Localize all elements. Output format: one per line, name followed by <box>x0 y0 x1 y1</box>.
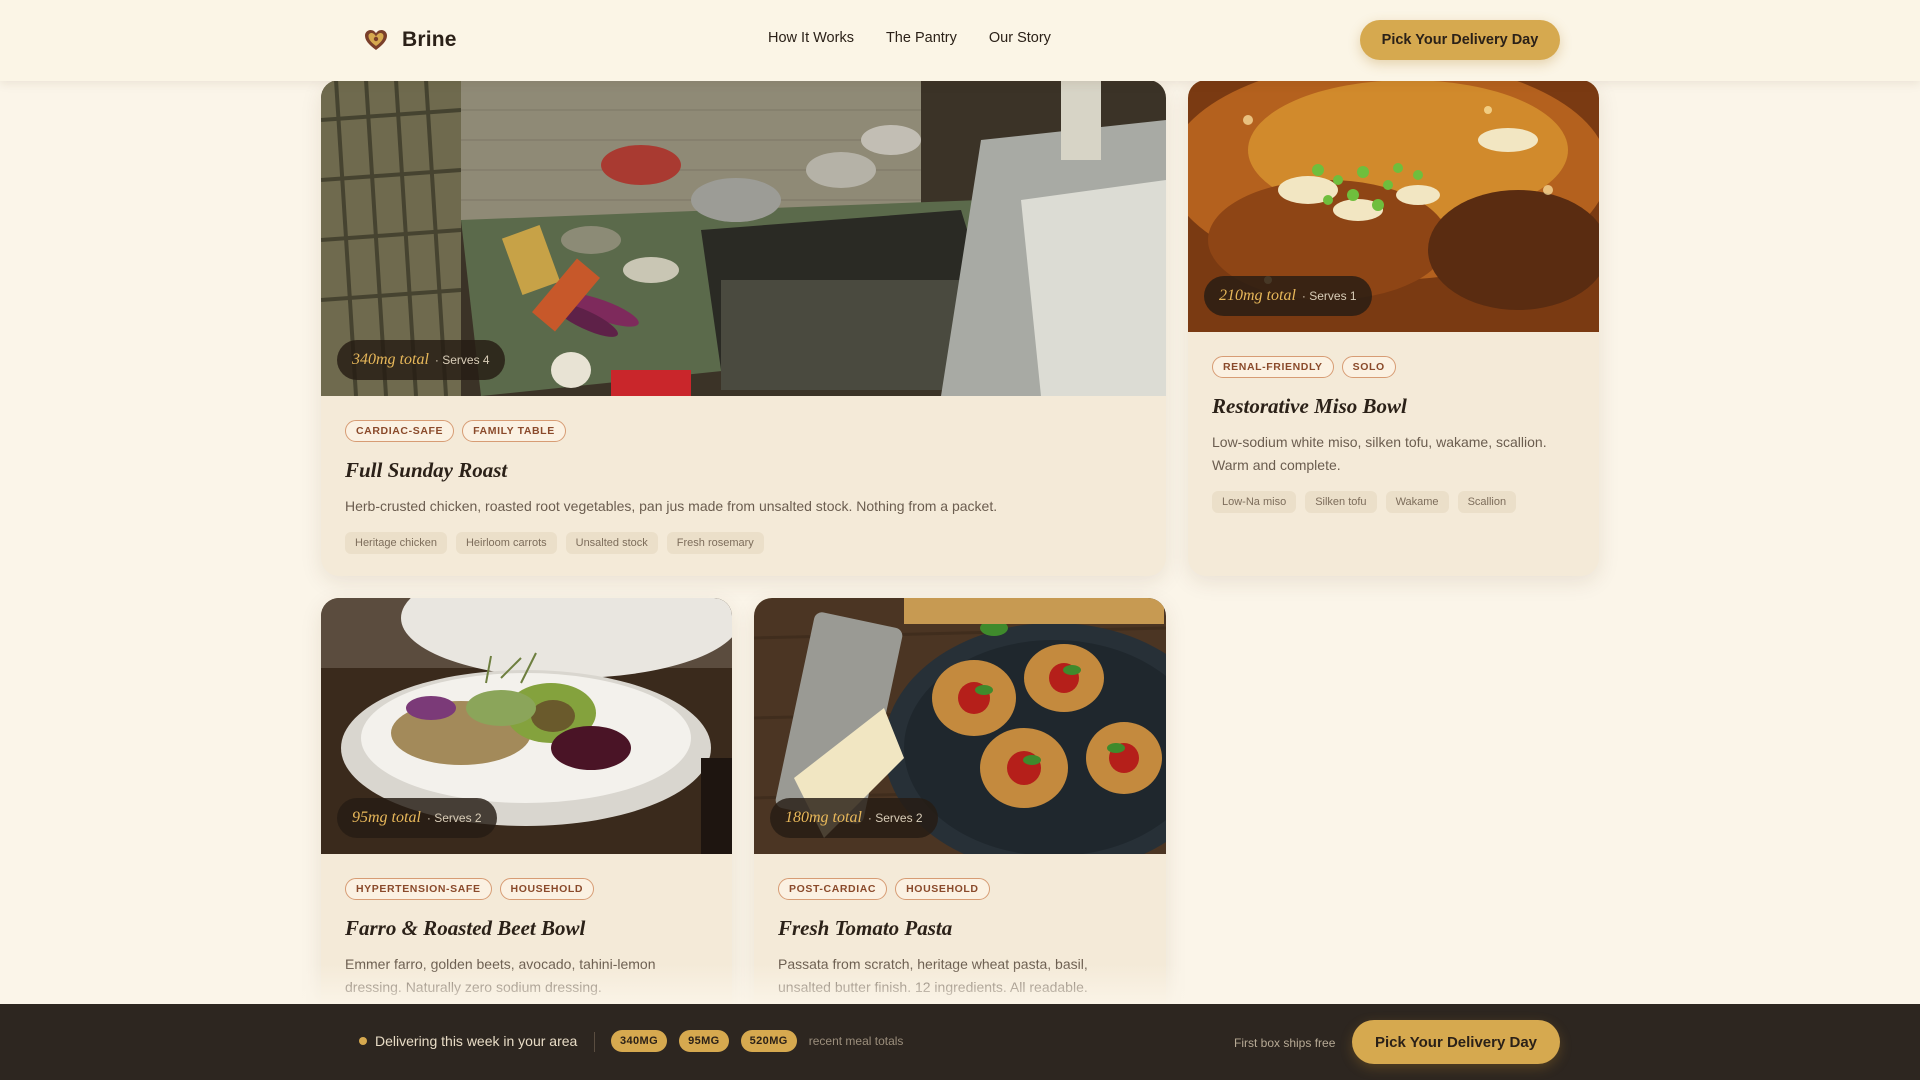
card-body: CARDIAC-SAFE FAMILY TABLE Full Sunday Ro… <box>321 396 1166 574</box>
sodium-badge: 95mg total · Serves 2 <box>337 798 497 838</box>
meal-title: Full Sunday Roast <box>345 458 508 482</box>
divider <box>594 1032 595 1052</box>
sodium-chip: 95MG <box>679 1030 729 1052</box>
meal-description: Low-sodium white miso, silken tofu, waka… <box>1212 434 1547 473</box>
ingredient-chip: Heirloom carrots <box>455 532 557 554</box>
meal-photo-farro: 95mg total · Serves 2 <box>321 598 732 854</box>
meal-card-farro-bowl[interactable]: 95mg total · Serves 2 HYPERTENSION-SAFE … <box>321 598 732 1038</box>
diet-tag: HOUSEHOLD <box>499 878 595 900</box>
sodium-badge: 210mg total · Serves 1 <box>1204 276 1372 316</box>
meal-card-miso-bowl[interactable]: 210mg total · Serves 1 RENAL-FRIENDLY SO… <box>1188 80 1599 576</box>
delivery-status-text: Delivering this week in your area <box>375 1033 578 1049</box>
nav-the-pantry[interactable]: The Pantry <box>886 30 957 46</box>
diet-tags: CARDIAC-SAFE FAMILY TABLE <box>345 420 1142 442</box>
meal-title: Restorative Miso Bowl <box>1212 394 1407 418</box>
card-body: RENAL-FRIENDLY SOLO Restorative Miso Bow… <box>1188 332 1599 533</box>
sodium-badge: 340mg total · Serves 4 <box>337 340 505 380</box>
ingredient-chip: Fresh rosemary <box>666 532 764 554</box>
meal-photo-pasta: 180mg total · Serves 2 <box>754 598 1166 854</box>
sodium-chip: 340MG <box>611 1030 668 1052</box>
ingredient-chip: Unsalted stock <box>565 532 658 554</box>
meal-title: Fresh Tomato Pasta <box>778 916 953 940</box>
serves-count: · Serves 1 <box>1301 289 1357 303</box>
status-dot-icon <box>359 1037 367 1045</box>
diet-tag: RENAL-FRIENDLY <box>1212 356 1334 378</box>
nav-how-it-works[interactable]: How It Works <box>768 30 854 46</box>
diet-tag: SOLO <box>1341 356 1396 378</box>
meal-card-sunday-roast[interactable]: 340mg total · Serves 4 CARDIAC-SAFE FAMI… <box>321 80 1166 576</box>
meal-card-tomato-pasta[interactable]: 180mg total · Serves 2 POST-CARDIAC HOUS… <box>754 598 1166 1038</box>
sodium-total: 95mg total <box>352 809 421 826</box>
nav-our-story[interactable]: Our Story <box>989 30 1051 46</box>
serves-count: · Serves 4 <box>434 353 490 367</box>
serves-count: · Serves 2 <box>867 811 923 825</box>
footer-delivery-day-button[interactable]: Pick Your Delivery Day <box>1352 1020 1560 1064</box>
sticky-delivery-bar: Delivering this week in your area 340MG … <box>0 964 1920 1080</box>
heart-icon <box>365 30 387 50</box>
brand-name: Brine <box>402 28 457 51</box>
diet-tag: FAMILY TABLE <box>462 420 566 442</box>
diet-tags: HYPERTENSION-SAFE HOUSEHOLD <box>345 878 708 900</box>
recent-totals: 340MG 95MG 520MG recent meal totals <box>611 1030 903 1052</box>
sodium-badge: 180mg total · Serves 2 <box>770 798 938 838</box>
meal-description: Passata from scratch, heritage wheat pas… <box>778 956 1088 995</box>
meal-description: Emmer farro, golden beets, avocado, tahi… <box>345 956 656 995</box>
sodium-chip: 520MG <box>740 1030 797 1052</box>
sodium-total: 180mg total <box>785 809 862 826</box>
ingredient-chip: Heritage chicken <box>345 532 447 554</box>
sodium-total: 210mg total <box>1219 287 1296 304</box>
sodium-total: 340mg total <box>352 351 429 368</box>
header-delivery-day-button[interactable]: Pick Your Delivery Day <box>1360 20 1560 60</box>
meal-description: Herb-crusted chicken, roasted root veget… <box>345 498 998 514</box>
brand-logo[interactable]: Brine <box>362 26 457 54</box>
diet-tag: POST-CARDIAC <box>778 878 888 900</box>
ingredient-chip: Scallion <box>1457 491 1517 513</box>
ingredient-chip: Silken tofu <box>1305 491 1377 513</box>
meal-title: Farro & Roasted Beet Bowl <box>345 916 586 940</box>
meal-photo-miso: 210mg total · Serves 1 <box>1188 80 1599 332</box>
diet-tag: CARDIAC-SAFE <box>345 420 455 442</box>
ingredient-chip: Wakame <box>1385 491 1449 513</box>
meal-photo-kitchen: 340mg total · Serves 4 <box>321 80 1166 396</box>
shipping-note: First box ships free <box>1234 1036 1336 1050</box>
diet-tags: POST-CARDIAC HOUSEHOLD <box>778 878 1142 900</box>
delivery-status: Delivering this week in your area <box>359 1033 577 1049</box>
diet-tag: HYPERTENSION-SAFE <box>345 878 492 900</box>
site-header: Brine How It Works The Pantry Our Story … <box>0 0 1920 81</box>
main-nav: How It Works The Pantry Our Story <box>768 30 1051 46</box>
recent-totals-caption: recent meal totals <box>808 1034 904 1048</box>
diet-tags: RENAL-FRIENDLY SOLO <box>1212 356 1575 378</box>
ingredient-chip: Low-Na miso <box>1212 491 1297 513</box>
diet-tag: HOUSEHOLD <box>895 878 990 900</box>
ingredient-list: Low-Na miso Silken tofu Wakame Scallion <box>1212 491 1575 513</box>
ingredient-list: Heritage chicken Heirloom carrots Unsalt… <box>345 532 1142 554</box>
serves-count: · Serves 2 <box>426 811 482 825</box>
